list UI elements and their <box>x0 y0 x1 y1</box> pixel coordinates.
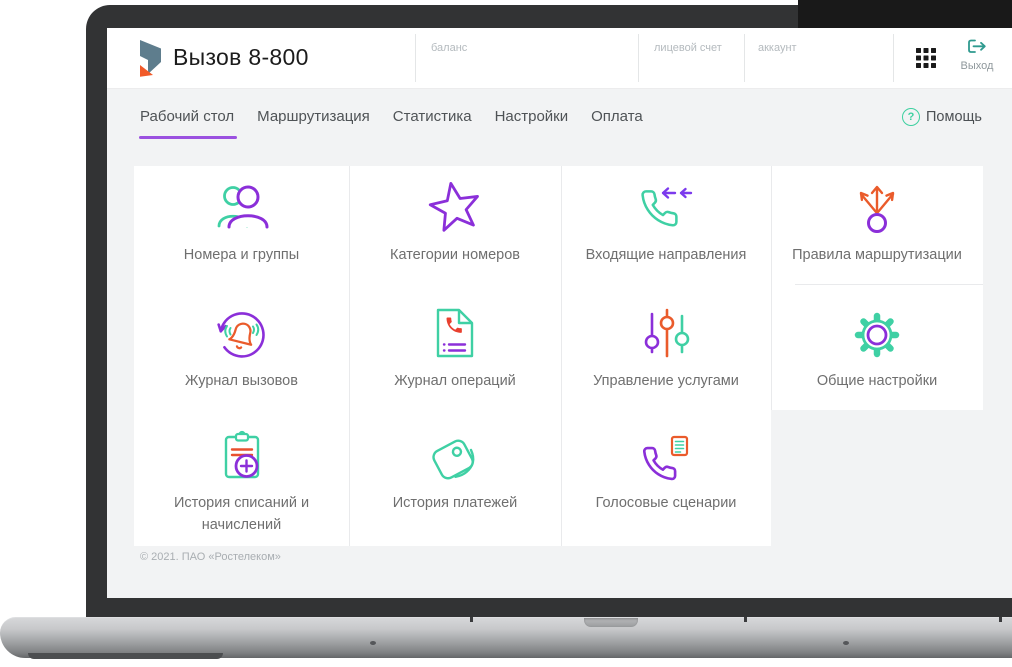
laptop-base-lip <box>28 653 223 659</box>
laptop-seam-mark <box>470 617 473 622</box>
laptop-seam-mark <box>744 617 747 622</box>
screen: Вызов 8-800 баланс лицевой счет аккаунт <box>107 28 1012 598</box>
incoming-call-icon <box>637 180 695 232</box>
tile-label: История платежей <box>392 495 518 511</box>
tile-label: Категории номеров <box>390 247 520 263</box>
tile-label: Общие настройки <box>816 373 938 389</box>
tab-settings[interactable]: Настройки <box>495 108 569 127</box>
tile-incoming-directions[interactable]: Входящие направления <box>561 180 771 267</box>
main-nav: Рабочий стол Маршрутизация Статистика На… <box>138 108 643 139</box>
logout-label: Выход <box>960 60 994 72</box>
header-divider <box>893 34 894 82</box>
users-icon <box>214 180 270 232</box>
gear-icon <box>849 308 905 360</box>
tile-label: Номера и группы <box>183 247 300 263</box>
logout-icon <box>967 39 987 54</box>
tile-number-categories[interactable]: Категории номеров <box>349 180 561 267</box>
question-icon: ? <box>901 108 920 126</box>
tile-label: Правила маршрутизации <box>792 247 962 263</box>
tile-label: Управление услугами <box>593 373 739 389</box>
app-title: Вызов 8-800 <box>173 44 309 70</box>
tile-general-settings[interactable]: Общие настройки <box>771 308 983 393</box>
tab-routing[interactable]: Маршрутизация <box>257 108 370 127</box>
operations-log-icon <box>429 308 481 360</box>
tile-services-management[interactable]: Управление услугами <box>561 308 771 393</box>
tile-voice-scenarios[interactable]: Голосовые сценарии <box>561 432 771 515</box>
tile-label: Журнал вызовов <box>185 373 298 389</box>
copyright-text: © 2021. ПАО «Ростелеком» <box>140 551 281 563</box>
logout-button[interactable]: Выход <box>950 39 1004 72</box>
laptop-seam-mark <box>999 617 1002 622</box>
laptop-base-dot <box>370 641 376 645</box>
grid-divider <box>795 284 983 285</box>
tile-payments-history[interactable]: История платежей <box>349 432 561 515</box>
rostelecom-logo-icon[interactable] <box>137 40 163 77</box>
tab-statistics[interactable]: Статистика <box>393 108 472 127</box>
laptop-lid-edge <box>798 0 1012 28</box>
laptop-mockup: Вызов 8-800 баланс лицевой счет аккаунт <box>0 0 1012 667</box>
balance-label: баланс <box>431 42 468 54</box>
tile-label: Журнал операций <box>394 373 516 389</box>
laptop-latch-notch <box>584 618 638 627</box>
laptop-base-dot <box>843 641 849 645</box>
apps-grid-icon[interactable] <box>915 47 937 69</box>
call-history-icon <box>213 308 271 360</box>
tile-label: Входящие направления <box>585 247 747 263</box>
tile-label: История списаний и начислений <box>173 495 310 533</box>
tile-call-log[interactable]: Журнал вызовов <box>134 308 349 393</box>
tile-charges-history[interactable]: История списаний и начислений <box>134 430 349 537</box>
help-link[interactable]: ? Помощь <box>901 108 982 126</box>
tile-label: Голосовые сценарии <box>595 495 737 511</box>
tile-routing-rules[interactable]: Правила маршрутизации <box>771 180 983 267</box>
star-icon <box>427 180 483 232</box>
header-divider <box>744 34 745 82</box>
personal-account-label: лицевой счет <box>654 42 722 54</box>
header-divider <box>415 34 416 82</box>
app-header: Вызов 8-800 баланс лицевой счет аккаунт <box>107 28 1012 89</box>
voice-script-icon <box>639 432 693 484</box>
tile-numbers-and-groups[interactable]: Номера и группы <box>134 180 349 267</box>
header-divider <box>638 34 639 82</box>
account-label: аккаунт <box>758 42 797 54</box>
wallet-icon <box>427 432 483 484</box>
sliders-icon <box>640 308 692 360</box>
tab-desktop[interactable]: Рабочий стол <box>138 108 238 139</box>
route-split-icon <box>849 180 905 233</box>
tile-operations-log[interactable]: Журнал операций <box>349 308 561 393</box>
laptop-base <box>0 617 1012 658</box>
clipboard-plus-icon <box>215 430 269 484</box>
help-label: Помощь <box>925 109 982 125</box>
tab-payment[interactable]: Оплата <box>591 108 643 127</box>
